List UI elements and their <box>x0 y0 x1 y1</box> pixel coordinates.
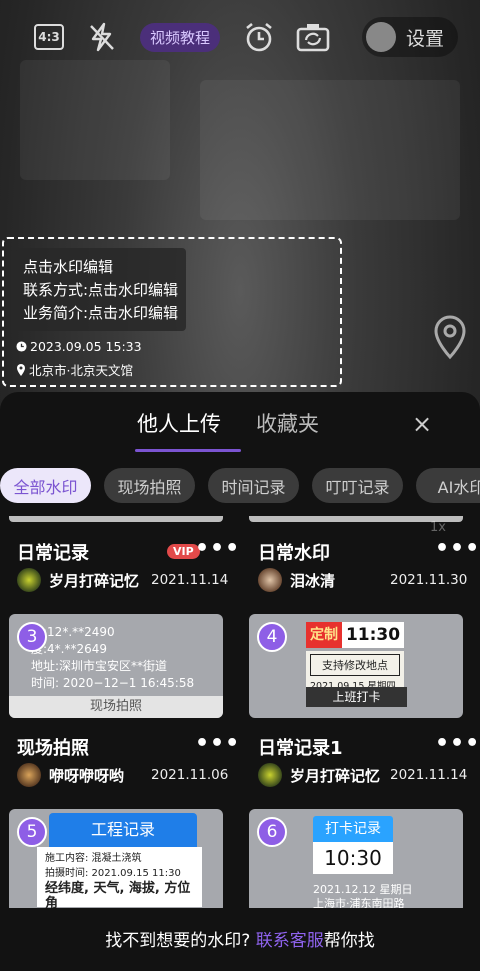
blurred-scene <box>200 80 460 220</box>
footer-suffix: 帮你找 <box>323 931 375 951</box>
avatar <box>17 568 41 592</box>
aspect-ratio-label: 4:3 <box>34 24 64 50</box>
close-icon[interactable]: × <box>412 410 432 438</box>
alarm-clock-icon[interactable] <box>243 20 275 54</box>
watermark-line: 联系方式:点击水印编辑 <box>23 281 179 299</box>
card-edge <box>9 516 223 522</box>
card-author: 岁月打碎记忆 <box>258 763 380 787</box>
card-author: 咿呀咿呀哟 <box>17 763 124 787</box>
card-date: 2021.11.14 <box>390 767 468 783</box>
watermark-line: 点击水印编辑 <box>23 258 114 276</box>
card-date: 2021.11.30 <box>390 572 468 588</box>
watermark-datetime-text: 2023.09.05 15:33 <box>30 339 142 354</box>
watermark-sheet: 他人上传 收藏夹 × 全部水印 现场拍照 时间记录 叮叮记录 AI水印 日常记录… <box>0 392 480 971</box>
tab-favorites[interactable]: 收藏夹 <box>256 408 319 438</box>
camera-switch-icon[interactable] <box>296 20 330 54</box>
thumb-header: 打卡记录 <box>313 816 393 842</box>
thumb-time: 10:30 <box>313 842 393 874</box>
thumb-line: 时间: 2020−12−1 16:45:58 <box>31 676 195 690</box>
thumb-location: 上海市·浦东南田路 <box>313 897 405 908</box>
chip-all-watermarks[interactable]: 全部水印 <box>0 468 91 503</box>
number-badge: 6 <box>257 817 287 847</box>
card-date: 2021.11.06 <box>151 767 229 783</box>
more-options-button[interactable]: ••• <box>435 731 480 756</box>
chip-time-record[interactable]: 时间记录 <box>208 468 299 503</box>
card-author: 岁月打碎记忆 <box>17 568 139 592</box>
watermark-thumbnail[interactable]: 打卡记录 10:30 2021.12.12 星期日 上海市·浦东南田路 6 <box>249 809 463 908</box>
author-name: 泪冰清 <box>290 571 336 590</box>
author-name: 咿呀咿呀哟 <box>49 766 125 785</box>
author-name: 岁月打碎记忆 <box>290 766 381 785</box>
author-name: 岁月打碎记忆 <box>49 571 140 590</box>
help-footer: 找不到想要的水印? 联系客服帮你找 <box>0 911 480 971</box>
number-badge: 4 <box>257 622 287 652</box>
thumb-line: 经纬度, 天气, 海拔, 方位角 <box>45 881 191 908</box>
tab-others-upload[interactable]: 他人上传 <box>137 408 221 438</box>
thumb-line: 度:12*.**2490 <box>31 625 115 639</box>
thumb-line: 度:4*.**2649 <box>31 642 108 656</box>
video-tutorial-label: 视频教程 <box>140 22 221 52</box>
more-options-button[interactable]: ••• <box>435 536 480 561</box>
number-badge: 5 <box>17 817 47 847</box>
watermark-text-box[interactable]: 点击水印编辑 联系方式:点击水印编辑 业务简介:点击水印编辑 <box>16 248 187 331</box>
settings-button[interactable]: 设置 <box>362 17 459 57</box>
thumb-button: 上班打卡 <box>306 687 407 707</box>
thumb-line: 施工内容: 混凝土浇筑 <box>45 853 142 864</box>
thumb-line: 拍摄时间: 2021.09.15 11:30 <box>45 868 181 879</box>
chip-ai-watermark[interactable]: AI水印 <box>416 468 480 503</box>
card-title: 日常记录 <box>17 543 89 564</box>
number-badge: 3 <box>17 622 47 652</box>
card-title: 日常记录1 <box>258 738 343 759</box>
thumb-line: 地址:深圳市宝安区**街道 <box>31 659 168 673</box>
clock-icon <box>16 341 27 352</box>
thumb-tag: 定制 <box>306 622 342 648</box>
sheet-tabs: 他人上传 收藏夹 × <box>0 392 480 452</box>
video-tutorial-button[interactable]: 视频教程 <box>140 20 221 54</box>
location-pin-icon <box>17 363 25 376</box>
contact-support-link[interactable]: 联系客服 <box>256 931 324 951</box>
thumb-inner-label: 支持修改地点 <box>310 654 400 676</box>
blurred-scene <box>20 60 170 180</box>
avatar <box>366 22 396 52</box>
more-options-button[interactable]: ••• <box>195 536 240 561</box>
watermark-preview[interactable]: 点击水印编辑 联系方式:点击水印编辑 业务简介:点击水印编辑 2023.09.0… <box>2 237 342 387</box>
thumb-body: 施工内容: 混凝土浇筑 拍摄时间: 2021.09.15 11:30 经纬度, … <box>37 847 202 908</box>
more-options-button[interactable]: ••• <box>195 731 240 756</box>
chip-dingding-record[interactable]: 叮叮记录 <box>312 468 403 503</box>
thumb-watermark: 定制 11:30 支持修改地点 2021.09.15 星期四 <box>306 622 404 695</box>
watermark-thumbnail[interactable]: 定制 11:30 支持修改地点 2021.09.15 星期四 上班打卡 4 <box>249 614 463 718</box>
thumb-text: 度:12*.**2490 度:4*.**2649 地址:深圳市宝安区**街道 时… <box>31 624 194 692</box>
watermark-location-text: 北京市·北京天文馆 <box>29 363 133 378</box>
watermark-grid: 日常记录 VIP ••• 岁月打碎记忆 2021.11.14 度:12*.**2… <box>0 516 480 908</box>
avatar <box>258 763 282 787</box>
watermark-line: 业务简介:点击水印编辑 <box>23 304 179 322</box>
chip-onsite-photo[interactable]: 现场拍照 <box>104 468 195 503</box>
watermark-location: 北京市·北京天文馆 <box>16 360 133 379</box>
card-title: 日常水印 <box>258 543 330 564</box>
avatar <box>17 763 41 787</box>
watermark-thumbnail[interactable]: 工程记录 施工内容: 混凝土浇筑 拍摄时间: 2021.09.15 11:30 … <box>9 809 223 908</box>
flash-off-icon[interactable] <box>88 20 116 54</box>
thumb-time: 11:30 <box>342 622 404 648</box>
card-date: 2021.11.14 <box>151 572 229 588</box>
card-author: 泪冰清 <box>258 568 335 592</box>
zoom-indicator: 1x <box>430 520 446 535</box>
tab-underline <box>135 449 241 452</box>
thumb-footer: 现场拍照 <box>9 696 223 718</box>
category-chips: 全部水印 现场拍照 时间记录 叮叮记录 AI水印 <box>0 468 480 504</box>
thumb-header: 工程记录 <box>49 813 197 847</box>
watermark-datetime: 2023.09.05 15:33 <box>16 339 142 354</box>
footer-text: 找不到想要的水印? <box>105 931 251 951</box>
location-marker-icon[interactable] <box>432 314 468 360</box>
avatar <box>258 568 282 592</box>
card-title: 现场拍照 <box>17 738 89 759</box>
watermark-thumbnail[interactable]: 度:12*.**2490 度:4*.**2649 地址:深圳市宝安区**街道 时… <box>9 614 223 718</box>
camera-top-bar: 4:3 视频教程 设置 <box>0 0 480 72</box>
settings-label: 设置 <box>406 27 445 50</box>
aspect-ratio-button[interactable]: 4:3 <box>34 20 64 54</box>
